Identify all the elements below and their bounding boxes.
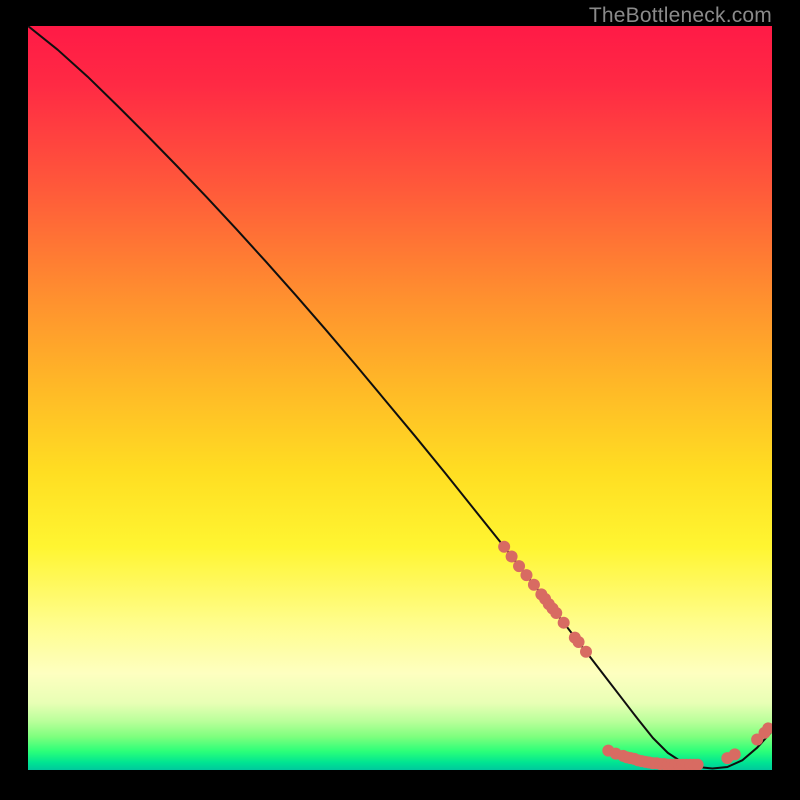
curve-layer [28, 26, 772, 770]
curve-marker [498, 541, 510, 553]
curve-marker [528, 579, 540, 591]
attribution-text: TheBottleneck.com [589, 4, 772, 28]
curve-marker [729, 748, 741, 760]
bottleneck-curve [28, 26, 772, 769]
curve-marker [520, 569, 532, 581]
curve-marker [558, 617, 570, 629]
curve-marker [580, 646, 592, 658]
curve-marker [550, 607, 562, 619]
curve-marker [506, 550, 518, 562]
curve-markers [498, 541, 772, 770]
plot-area [28, 26, 772, 770]
chart-stage: TheBottleneck.com [0, 0, 800, 800]
curve-marker [573, 636, 585, 648]
